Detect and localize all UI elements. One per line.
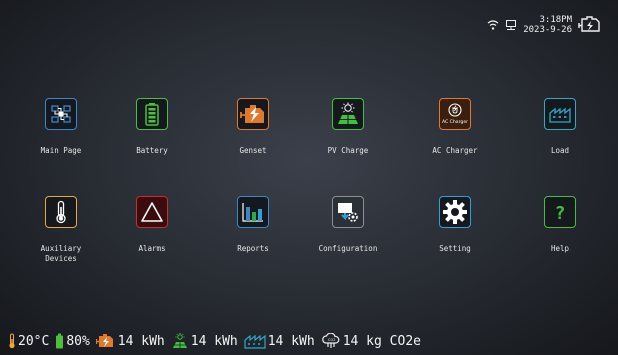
- configuration-icon: [332, 196, 364, 228]
- screen-frame: [4, 4, 614, 351]
- thermometer-icon: [45, 196, 77, 228]
- svg-text:?: ?: [555, 203, 566, 224]
- clock: 3:18PM 2023-9-26: [523, 15, 572, 35]
- date-label: 2023-9-26: [523, 25, 572, 35]
- tile-label: Auxiliary Devices: [40, 244, 82, 263]
- tile-auxiliary-devices[interactable]: Auxiliary Devices: [17, 196, 105, 264]
- tile-pv-charge[interactable]: PV Charge: [304, 98, 392, 156]
- genset-icon: [95, 334, 113, 347]
- alarm-icon: [136, 196, 168, 228]
- temperature-value: 20°C: [18, 333, 50, 349]
- ac-charger-icon: AC Charger: [439, 98, 471, 130]
- genset-status-icon[interactable]: [578, 15, 602, 35]
- tile-alarms[interactable]: Alarms: [108, 196, 196, 254]
- co2-value: 14 kg CO2e: [342, 333, 421, 349]
- tile-label: Load: [550, 146, 570, 155]
- tile-configuration[interactable]: Configuration: [304, 196, 392, 254]
- tile-battery[interactable]: Battery: [108, 98, 196, 156]
- load-energy-item: 14 kWh: [244, 333, 315, 349]
- genset-icon: [237, 98, 269, 130]
- tile-ac-charger[interactable]: AC Charger AC Charger: [411, 98, 499, 156]
- summary-bar: 20°C 80% 14 kWh 14 kWh 14 kWh CO2 14 kg …: [8, 333, 423, 349]
- svg-text:AC Charger: AC Charger: [442, 119, 468, 125]
- network-icon: [506, 20, 517, 30]
- tile-label: Setting: [439, 244, 471, 253]
- thermometer-icon: [9, 333, 15, 349]
- tile-help[interactable]: ? Help: [516, 196, 604, 254]
- reports-icon: [237, 196, 269, 228]
- pv-charge-icon: [332, 98, 364, 130]
- tile-label: Main Page: [40, 146, 82, 155]
- wifi-icon: [487, 19, 499, 30]
- svg-text:CO2: CO2: [328, 338, 335, 342]
- tile-label: Genset: [239, 146, 267, 155]
- tile-genset[interactable]: Genset: [209, 98, 297, 156]
- co2-cloud-icon: CO2: [321, 333, 340, 348]
- pv-charge-icon: [172, 333, 187, 348]
- load-energy-value: 14 kWh: [267, 333, 315, 349]
- load-icon: [244, 334, 266, 349]
- pv-energy-value: 14 kWh: [190, 333, 238, 349]
- pv-energy-item: 14 kWh: [171, 333, 238, 349]
- co2-item: CO2 14 kg CO2e: [321, 333, 421, 349]
- tile-reports[interactable]: Reports: [209, 196, 297, 254]
- tile-label: Battery: [136, 146, 168, 155]
- status-bar: 3:18PM 2023-9-26: [487, 15, 602, 35]
- tile-main-page[interactable]: Main Page: [17, 98, 105, 156]
- battery-value: 80%: [66, 333, 90, 349]
- help-icon: ?: [544, 196, 576, 228]
- tile-label: Help: [550, 244, 570, 253]
- tile-label: PV Charge: [327, 146, 369, 155]
- tile-setting[interactable]: Setting: [411, 196, 499, 254]
- tile-load[interactable]: Load: [516, 98, 604, 156]
- tile-label: Alarms: [138, 244, 166, 253]
- main-page-icon: [45, 98, 77, 130]
- time-label: 3:18PM: [539, 15, 572, 25]
- battery-item: 80%: [55, 333, 90, 349]
- load-icon: [544, 98, 576, 130]
- tile-label: Configuration: [318, 244, 378, 253]
- tile-label: AC Charger: [432, 146, 478, 155]
- battery-icon: [136, 98, 168, 130]
- battery-icon: [56, 333, 64, 349]
- tile-label: Reports: [237, 244, 269, 253]
- genset-energy-value: 14 kWh: [117, 333, 165, 349]
- setting-icon: [439, 196, 471, 228]
- genset-energy-item: 14 kWh: [95, 333, 165, 349]
- temperature-item: 20°C: [8, 333, 49, 349]
